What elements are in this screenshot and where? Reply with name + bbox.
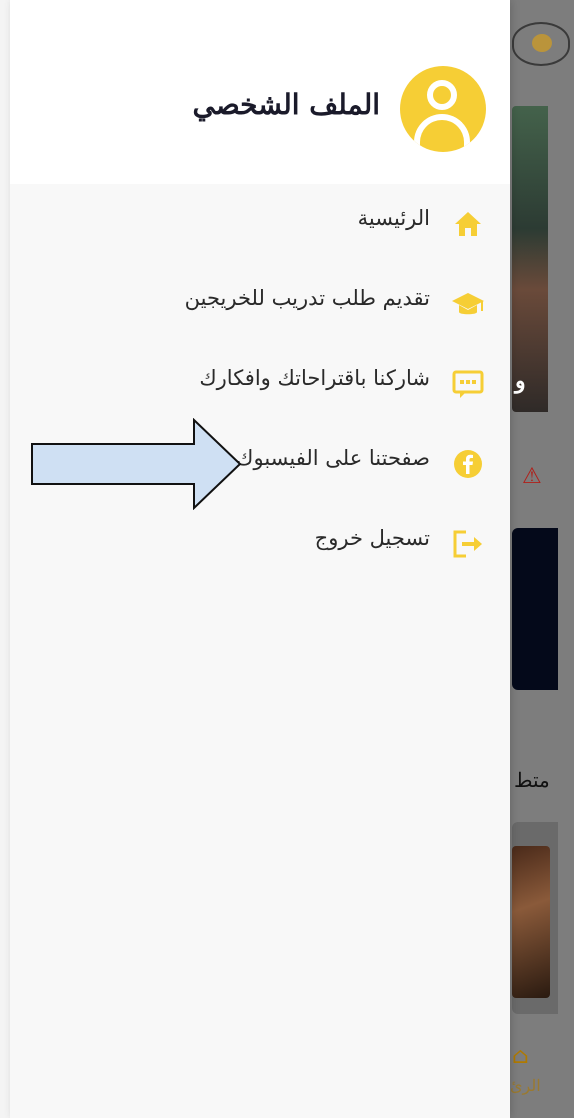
home-icon: ⌂: [512, 1044, 529, 1069]
menu-item-label: صفحتنا على الفيسبوك: [236, 446, 430, 470]
avatar-head: [427, 80, 457, 110]
navigation-drawer: الملف الشخصي الرئيسية تقديم طلب تدريب لل…: [10, 0, 510, 1118]
nav-label-home: الرئ: [510, 1076, 541, 1095]
card-image: [512, 846, 550, 998]
profile-title[interactable]: الملف الشخصي: [193, 88, 380, 121]
menu-item-home[interactable]: الرئيسية: [10, 196, 510, 276]
menu-item-graduate-training[interactable]: تقديم طلب تدريب للخريجين: [10, 276, 510, 356]
logout-icon: [450, 528, 486, 560]
graduation-cap-icon: [450, 288, 486, 320]
avatar[interactable]: [400, 66, 486, 152]
menu-item-logout[interactable]: تسجيل خروج: [10, 516, 510, 596]
background-banner: [512, 528, 558, 690]
background-image: [512, 106, 548, 412]
background-text: و: [515, 368, 526, 394]
drawer-menu: الرئيسية تقديم طلب تدريب للخريجين شاركنا…: [10, 196, 510, 596]
avatar-body: [414, 114, 470, 148]
annotation-arrow: [31, 418, 242, 510]
section-title: متط: [514, 768, 550, 792]
drawer-header: الملف الشخصي: [10, 0, 510, 184]
home-icon: [450, 208, 486, 240]
facebook-icon: [450, 448, 486, 480]
alarm-icon: ⚠: [522, 464, 542, 489]
menu-item-label: شاركنا باقتراحاتك وافكارك: [199, 366, 430, 390]
chat-icon: [450, 368, 486, 400]
app-logo: [512, 22, 570, 66]
menu-item-label: الرئيسية: [357, 206, 430, 230]
menu-item-label: تقديم طلب تدريب للخريجين: [184, 286, 430, 310]
menu-item-label: تسجيل خروج: [314, 526, 430, 550]
